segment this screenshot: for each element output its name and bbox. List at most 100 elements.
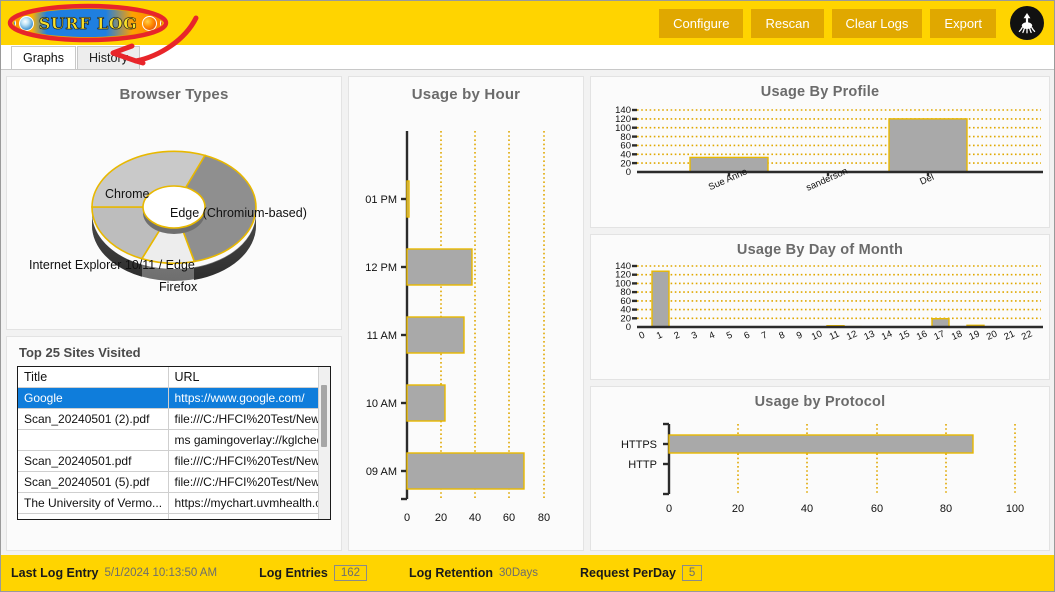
top-sites-table: Title URL Google https://www.google.com/… [18,367,331,520]
usage-by-protocol-title: Usage by Protocol [591,387,1049,410]
cell-title: Scan_20240501 (5).pdf [18,472,168,493]
browser-types-panel: Browser Types [6,76,342,330]
browser-types-donut: Chrome Edge (Chromium-based) Internet Ex… [7,103,341,309]
last-log-entry-value: 5/1/2024 10:13:50 AM [105,567,218,579]
app-logo: SURF LOG [13,8,163,38]
cell-title [18,514,168,521]
hour-xtick-4: 80 [538,512,550,524]
hour-xtick-2: 40 [469,512,481,524]
day-tick-5: 5 [725,330,734,342]
ie-blue-icon [19,16,34,31]
table-row[interactable]: Scan_20240501 (2).pdf file:///C:/HFCI%20… [18,409,331,430]
protocol-xtick-2: 40 [801,503,813,515]
request-per-day-value: 5 [682,565,702,581]
tab-graphs[interactable]: Graphs [11,46,76,69]
donut-label-firefox: Firefox [159,280,197,294]
hour-xtick-3: 60 [503,512,515,524]
day-tick-7: 7 [760,330,769,342]
donut-label-chrome: Chrome [105,187,149,201]
donut-chart-svg [7,103,341,307]
day-tick-8: 8 [777,330,786,342]
cell-url: file:///C:/HFCI%20Test/New% [168,472,331,493]
usage-by-protocol-panel: Usage by Protocol [590,386,1050,551]
protocol-xtick-5: 100 [1006,503,1024,515]
protocol-cat-1: HTTP [628,459,657,471]
log-entries-value: 162 [334,565,367,581]
table-scrollbar[interactable] [318,367,330,519]
hour-ytick-3: 10 AM [366,398,397,410]
right-column: Usage By Profile [590,76,1050,551]
usage-by-profile-chart: 140 120 100 80 60 40 20 0 Sue Anne sande… [591,100,1049,218]
day-tick-4: 4 [707,330,716,342]
export-button[interactable]: Export [930,9,996,38]
log-entries-label: Log Entries [259,566,328,580]
protocol-xtick-3: 60 [871,503,883,515]
status-last-log-entry: Last Log Entry 5/1/2024 10:13:50 AM [11,566,217,580]
top-sites-panel: Top 25 Sites Visited Title URL Goog [6,336,342,551]
cell-url: file:///C:/HFCI%20Test/New% [168,409,331,430]
firefox-icon [142,16,157,31]
day-tick-1: 1 [655,330,664,342]
browser-types-title: Browser Types [7,77,341,103]
table-row[interactable]: The University of Vermo... https://mycha… [18,493,331,514]
day-tick-19: 19 [967,329,981,343]
table-row[interactable]: Scan_20240501.pdf file:///C:/HFCI%20Test… [18,451,331,472]
svg-text:0: 0 [626,167,631,178]
day-tick-21: 21 [1002,329,1016,343]
donut-label-edge: Edge (Chromium-based) [170,206,307,220]
ie-icon [13,16,16,31]
protocol-xtick-1: 20 [732,503,744,515]
hour-ytick-0: 01 PM [365,194,397,206]
day-tick-10: 10 [810,329,824,343]
usage-by-profile-panel: Usage By Profile [590,76,1050,228]
column-header-title[interactable]: Title [18,367,168,388]
table-row[interactable]: https://ipm.corel.com/static/i [18,514,331,521]
donut-label-ie: Internet Explorer 10/11 / Edge [29,258,195,272]
cell-url: file:///C:/HFCI%20Test/New% [168,451,331,472]
log-retention-value: 30Days [499,567,538,579]
table-header-row: Title URL [18,367,331,388]
rescan-button[interactable]: Rescan [751,9,823,38]
day-tick-14: 14 [880,329,894,343]
day-tick-6: 6 [742,330,751,342]
app-header: SURF LOG Configure Rescan Clear Logs Exp… [1,1,1054,45]
configure-button[interactable]: Configure [659,9,743,38]
cell-url: https://mychart.uvmhealth.or [168,493,331,514]
header-button-group: Configure Rescan Clear Logs Export [659,6,1054,40]
usage-by-hour-title: Usage by Hour [349,77,583,103]
usage-by-hour-chart: 01 PM 12 PM 11 AM 10 AM 09 AM 0 20 40 60… [349,103,585,533]
table-scrollbar-thumb[interactable] [321,385,327,447]
protocol-xtick-4: 80 [940,503,952,515]
app-logo-text: SURF LOG [37,14,140,33]
clear-logs-button[interactable]: Clear Logs [832,9,923,38]
request-per-day-label: Request PerDay [580,566,676,580]
cell-url: https://www.google.com/ [168,388,331,409]
hour-ytick-4: 09 AM [366,466,397,478]
day-tick-20: 20 [985,329,999,343]
top-sites-title: Top 25 Sites Visited [19,345,331,360]
surf-log-window: SURF LOG Configure Rescan Clear Logs Exp… [0,0,1055,592]
tab-history[interactable]: History [77,46,140,69]
day-tick-15: 15 [897,329,911,343]
column-header-url[interactable]: URL [168,367,331,388]
table-row[interactable]: Google https://www.google.com/ [18,388,331,409]
squid-icon[interactable] [1010,6,1044,40]
log-retention-label: Log Retention [409,566,493,580]
day-tick-3: 3 [690,330,699,342]
table-row[interactable]: Scan_20240501 (5).pdf file:///C:/HFCI%20… [18,472,331,493]
top-sites-table-box: Title URL Google https://www.google.com/… [17,366,331,520]
status-log-retention: Log Retention 30Days [409,566,538,580]
usage-by-day-title: Usage By Day of Month [591,235,1049,258]
cell-title: Scan_20240501.pdf [18,451,168,472]
day-tick-11: 11 [828,329,841,343]
day-tick-17: 17 [932,329,946,343]
cell-title: Scan_20240501 (2).pdf [18,409,168,430]
day-tick-16: 16 [915,329,929,343]
svg-text:0: 0 [626,322,631,333]
left-column: Browser Types [6,76,342,551]
hour-ytick-1: 12 PM [365,262,397,274]
usage-by-day-panel: Usage By Day of Month [590,234,1050,380]
usage-by-day-chart: 140 120 100 80 60 40 20 0 01234567891011… [591,258,1049,370]
table-row[interactable]: ms gamingoverlay://kglchec [18,430,331,451]
usage-by-profile-title: Usage By Profile [591,77,1049,100]
